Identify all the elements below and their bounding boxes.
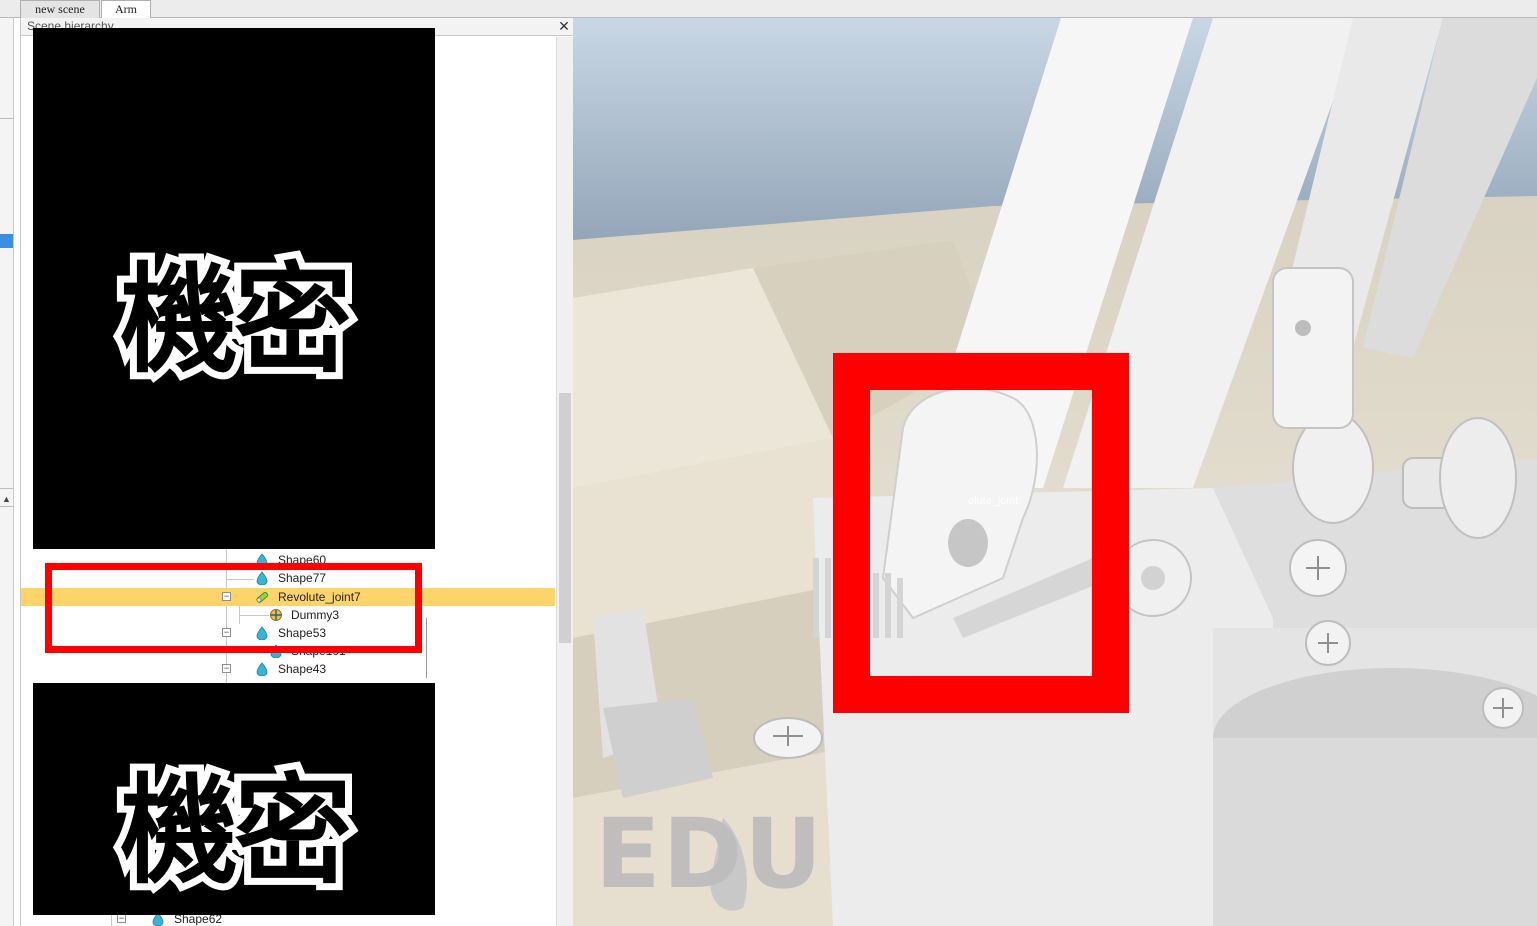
scene-tab-bar: new scene Arm (0, 0, 1537, 19)
app-window: new scene Arm ▲ Scene hierarchy ✕ Shape6… (0, 0, 1537, 926)
3d-viewport[interactable]: olute_joint EDU (573, 18, 1537, 926)
confidential-redaction-top: 機密 (33, 28, 435, 549)
scroll-up-icon[interactable]: ▲ (2, 494, 11, 504)
divider (0, 118, 13, 119)
confidential-stamp: 機密 (113, 755, 359, 907)
divider (0, 488, 13, 489)
divider (0, 506, 13, 507)
selected-tool-marker[interactable] (0, 234, 13, 248)
scrollbar-thumb[interactable] (559, 393, 571, 643)
highlight-frame (45, 563, 422, 653)
vertical-scrollbar[interactable] (556, 37, 573, 926)
collapse-toggle-icon[interactable]: − (222, 664, 231, 673)
highlight-frame-viewport (833, 353, 1129, 713)
close-icon[interactable]: ✕ (557, 19, 571, 34)
scene-hierarchy-panel: Scene hierarchy ✕ Shape60 Shape77 − Revo… (20, 18, 574, 926)
tab-arm[interactable]: Arm (101, 0, 151, 19)
confidential-stamp: 機密 (113, 244, 359, 396)
tree-item-label: Shape43 (278, 662, 327, 676)
tree-item-shape43[interactable]: − Shape43 (21, 660, 555, 678)
shape-icon (256, 662, 268, 676)
left-toolbar-strip: ▲ (0, 18, 14, 926)
tab-new-scene[interactable]: new scene (20, 0, 100, 18)
collapse-toggle-icon[interactable]: − (117, 914, 126, 923)
edu-watermark: EDU (595, 798, 825, 910)
confidential-redaction-bottom: 機密 (33, 683, 435, 915)
